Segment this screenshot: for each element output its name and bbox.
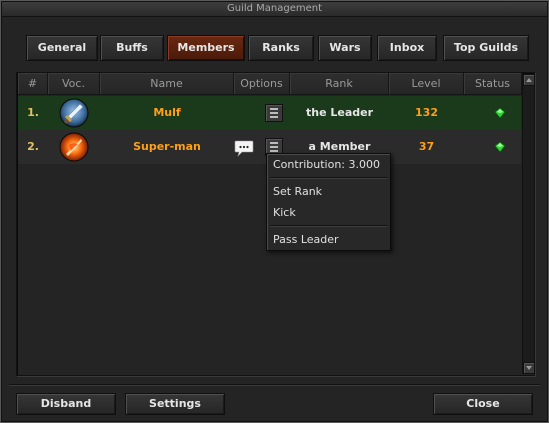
member-level: 37 [418, 140, 435, 153]
online-status-icon [495, 142, 505, 152]
footer-divider [9, 384, 540, 386]
member-rank: the Leader [305, 106, 374, 119]
sword-vocation-icon [59, 98, 89, 128]
fire-vocation-icon [59, 132, 89, 162]
close-button[interactable]: Close [433, 393, 533, 415]
set-rank-menu-item[interactable]: Set Rank [273, 185, 322, 198]
tab-ranks[interactable]: Ranks [248, 35, 314, 61]
header-num: # [18, 73, 48, 95]
tab-buffs[interactable]: Buffs [100, 35, 164, 61]
guild-management-window: Guild Management General Buffs Members R… [0, 0, 549, 423]
header-status: Status [464, 73, 522, 95]
header-level: Level [389, 73, 464, 95]
settings-button[interactable]: Settings [125, 393, 225, 415]
disband-button[interactable]: Disband [16, 393, 116, 415]
tab-bar: General Buffs Members Ranks Wars Inbox T… [1, 1, 549, 71]
member-name[interactable]: Super-man [100, 130, 234, 164]
member-context-menu: Contribution: 3.000 Set Rank Kick Pass L… [266, 153, 391, 251]
tab-top-guilds[interactable]: Top Guilds [443, 35, 529, 61]
contribution-label: Contribution: 3.000 [273, 158, 380, 171]
header-vocation: Voc. [48, 73, 100, 95]
header-rank: Rank [290, 73, 389, 95]
tab-general[interactable]: General [26, 35, 98, 61]
scroll-up-button[interactable] [523, 74, 535, 86]
member-name[interactable]: Mulf [100, 96, 234, 130]
tab-members[interactable]: Members [167, 35, 245, 61]
table-scrollbar[interactable] [522, 74, 535, 374]
tab-wars[interactable]: Wars [318, 35, 372, 61]
arrow-up-icon [526, 78, 532, 82]
row-number: 2. [27, 140, 39, 153]
menu-divider [270, 225, 387, 227]
row-number: 1. [27, 106, 39, 119]
table-row[interactable]: 1. Mulf the Leader 132 [18, 96, 521, 130]
member-level: 132 [415, 106, 438, 119]
kick-menu-item[interactable]: Kick [273, 206, 296, 219]
header-name: Name [100, 73, 234, 95]
online-status-icon [495, 108, 505, 118]
menu-divider [270, 177, 387, 179]
pass-leader-menu-item[interactable]: Pass Leader [273, 233, 339, 246]
message-bubble-icon[interactable] [234, 139, 254, 157]
options-menu-button[interactable] [265, 104, 283, 122]
header-options: Options [234, 73, 290, 95]
arrow-down-icon [526, 366, 532, 370]
tab-inbox[interactable]: Inbox [377, 35, 437, 61]
scroll-down-button[interactable] [523, 362, 535, 374]
